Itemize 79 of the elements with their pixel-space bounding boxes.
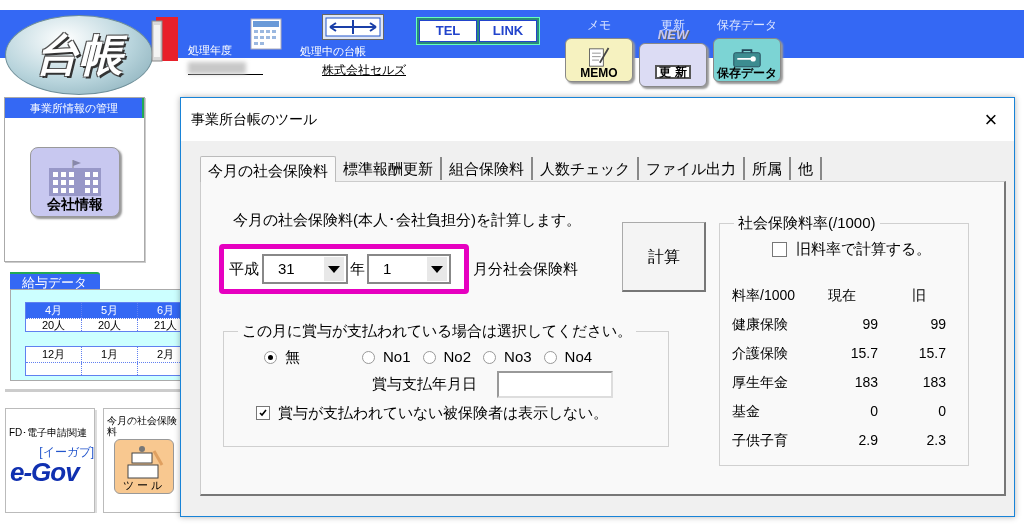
- column-header: 旧: [911, 285, 927, 305]
- company-link[interactable]: 株式会社セルズ: [322, 63, 410, 77]
- checkbox-option[interactable]: 旧料率で計算する。: [772, 238, 956, 261]
- table-cell: 20人: [82, 319, 138, 331]
- table-cell-text: 基金: [732, 401, 761, 421]
- table-cell-text: 2.9: [857, 430, 878, 450]
- group-title: 社会保険料率(/1000): [737, 214, 877, 232]
- table-cell-text: 183: [921, 372, 946, 392]
- calendar-icon[interactable]: [250, 17, 282, 51]
- table-cell-text: 2.3: [925, 430, 946, 450]
- company-info-button[interactable]: 会社情報: [29, 147, 120, 217]
- toolbar-label: メモ: [587, 19, 611, 31]
- month-header: 4月: [26, 303, 82, 318]
- month-header: 5月: [82, 303, 138, 318]
- card-title: FD･電子申請関連: [8, 427, 89, 438]
- date-input[interactable]: [497, 371, 613, 398]
- table-cell-text: 子供子育: [732, 430, 789, 450]
- month-dropdown[interactable]: 1: [367, 254, 451, 284]
- table-cell-text: 15.7: [917, 343, 946, 363]
- table-cell-text: 15.7: [849, 343, 878, 363]
- radio-option[interactable]: No2: [422, 345, 472, 369]
- fiscal-year-label: 処理年度: [188, 44, 233, 56]
- radio-option[interactable]: No1: [362, 345, 411, 369]
- month-suffix: 月分社会保険料: [473, 258, 578, 279]
- calculate-button[interactable]: 計算: [622, 222, 706, 292]
- binder-icon[interactable]: [150, 15, 180, 63]
- year-suffix: 年: [349, 258, 366, 279]
- toolbar-label: 保存データ: [717, 19, 777, 31]
- date-label: 賞与支払年月日: [372, 374, 477, 395]
- table-cell-text: 健康保険: [732, 314, 789, 334]
- arrows-button[interactable]: [322, 14, 384, 40]
- current-ledger-label: 処理中の台帳: [300, 45, 367, 57]
- table-cell-text: 厚生年金: [732, 372, 789, 392]
- table-cell-text: 99: [861, 314, 878, 334]
- check-icon: [258, 408, 268, 419]
- group-title: この月に賞与が支払われている場合は選択してください。: [241, 322, 633, 340]
- worker-icon: [124, 445, 164, 479]
- window-title: 事業所台帳のツール: [191, 110, 317, 129]
- toolbar-label: 更新: [661, 19, 685, 31]
- memo-button[interactable]: MEMO: [565, 38, 633, 82]
- tab[interactable]: 今月の社会保険料: [200, 156, 336, 182]
- dropdown-icon[interactable]: [324, 257, 344, 281]
- month-header: 1月: [82, 347, 138, 362]
- dropdown-icon[interactable]: [427, 257, 447, 281]
- icon-label: MEMO: [580, 68, 618, 78]
- tool-card[interactable]: 今月の社会保険料 ツール: [103, 408, 180, 513]
- radio-option[interactable]: 無: [264, 345, 300, 369]
- era-label: 平成: [228, 258, 260, 279]
- link-button[interactable]: LINK: [479, 20, 537, 42]
- icon-label: 更 新: [655, 65, 691, 79]
- card-title: 今月の社会保険料: [106, 415, 178, 437]
- tool-button[interactable]: ツール: [114, 439, 174, 494]
- table-cell-text: 0: [937, 401, 946, 421]
- update-button[interactable]: 更 新: [639, 43, 707, 87]
- toolbox-icon: [732, 48, 762, 68]
- blurred-value: [188, 62, 246, 74]
- radio-option[interactable]: No4: [543, 345, 593, 369]
- table-cell: 20人: [26, 319, 82, 331]
- checkbox-option[interactable]: 賞与が支払われていない被保険者は表示しない。: [256, 402, 656, 425]
- year-dropdown[interactable]: 31: [262, 254, 348, 284]
- column-header: 料率/1000: [732, 285, 797, 305]
- link-button[interactable]: TEL: [419, 20, 477, 42]
- table-cell-text: 99: [929, 314, 946, 334]
- notepad-icon: [586, 47, 612, 68]
- table-cell-text: 0: [869, 401, 878, 421]
- radio-option[interactable]: No3: [483, 345, 532, 369]
- table-cell-text: 183: [853, 372, 878, 392]
- column-header: 現在: [827, 285, 857, 305]
- egov-logo: [イーガブ] e-Gov: [10, 446, 94, 487]
- logo: 台帳: [5, 15, 153, 95]
- panel-title: 給与データ: [10, 272, 100, 289]
- month-header: 12月: [26, 347, 82, 362]
- description-text: 今月の社会保険料(本人･会社負担分)を計算します。: [233, 210, 581, 230]
- saved-button[interactable]: 保存データ: [713, 38, 781, 82]
- table-cell-text: 介護保険: [732, 343, 789, 363]
- panel-title: 事業所情報の管理: [5, 98, 144, 118]
- egov-card[interactable]: FD･電子申請関連 [イーガブ] e-Gov: [5, 408, 95, 513]
- close-button[interactable]: ×: [968, 98, 1014, 141]
- icon-label: 保存データ: [717, 68, 777, 78]
